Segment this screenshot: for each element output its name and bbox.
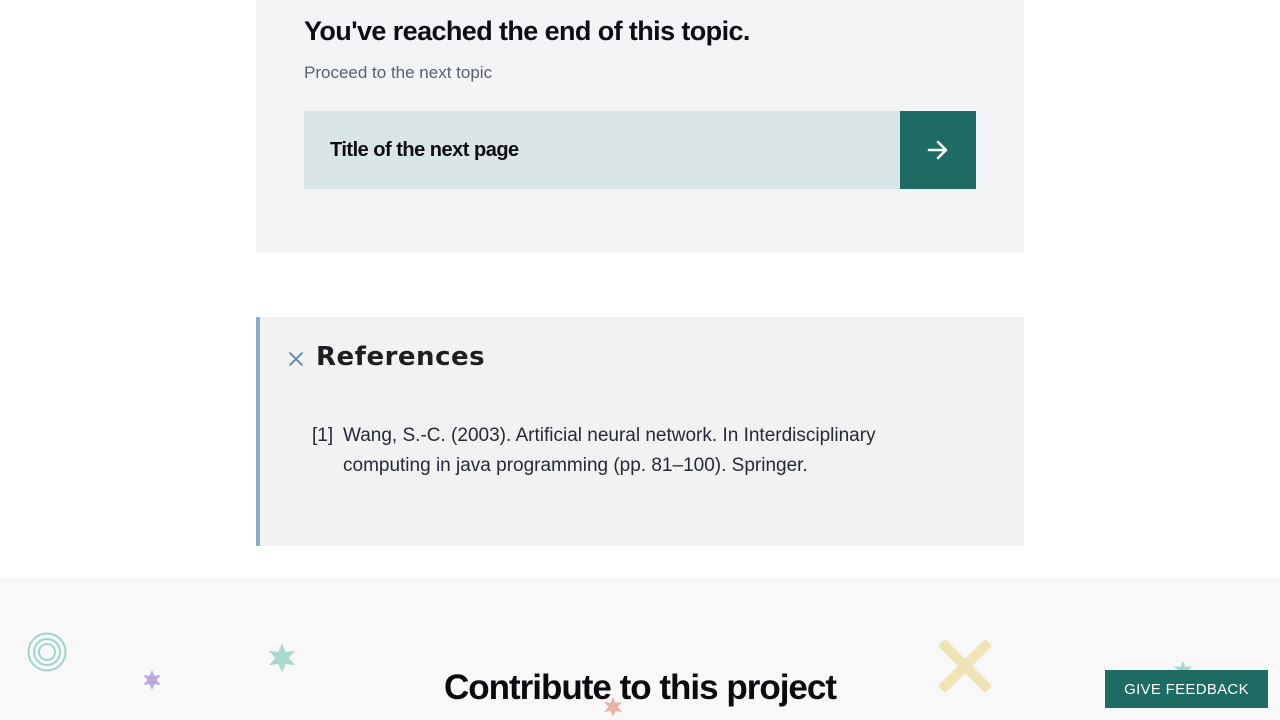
give-feedback-button[interactable]: GIVE FEEDBACK — [1105, 670, 1268, 708]
reference-text: Wang, S.-C. (2003). Artificial neural ne… — [343, 425, 876, 476]
reference-item: [1] Wang, S.-C. (2003). Artificial neura… — [312, 421, 932, 481]
reference-number: [1] — [312, 425, 334, 446]
page: You've reached the end of this topic. Pr… — [0, 0, 1280, 720]
references-title: References — [316, 342, 486, 372]
concentric-circles-icon — [27, 632, 67, 672]
next-page-arrow-button[interactable] — [900, 111, 976, 189]
arrow-right-icon — [927, 140, 948, 160]
references-toggle-button[interactable] — [284, 347, 308, 371]
end-of-topic-card: You've reached the end of this topic. Pr… — [256, 0, 1024, 253]
next-page-link[interactable]: Title of the next page — [304, 111, 976, 189]
references-section: References [1] Wang, S.-C. (2003). Artif… — [256, 317, 1024, 546]
end-of-topic-title: You've reached the end of this topic. — [304, 16, 750, 46]
contribute-title: Contribute to this project — [443, 668, 837, 707]
close-icon — [289, 352, 303, 366]
end-of-topic-subtitle: Proceed to the next topic — [304, 63, 493, 82]
next-page-title: Title of the next page — [330, 138, 519, 161]
contribute-footer: Contribute to this project — [0, 578, 1280, 720]
